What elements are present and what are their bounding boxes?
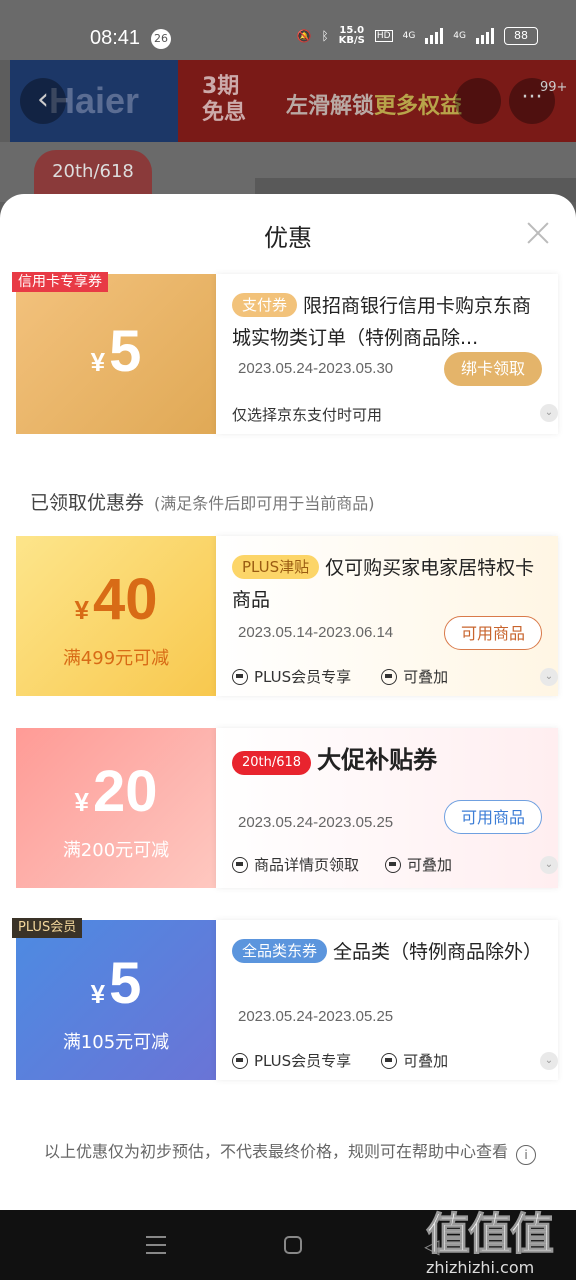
bluetooth-icon: ᛒ [321, 29, 329, 43]
coupon-condition: 满105元可减 [62, 1032, 170, 1053]
back-icon[interactable]: ‹ [20, 78, 66, 124]
menu-icon[interactable] [146, 1236, 166, 1254]
coupon-desc: 20th/618 大促补贴券 [232, 744, 548, 776]
mute-icon: 🔕 [296, 29, 312, 43]
coupon-amount: ¥5 [90, 951, 142, 1016]
watermark-logo: 值值值 [426, 1209, 555, 1261]
coupon-tag-618: 20th/618 [232, 751, 312, 775]
network-speed: 15.0 KB/S [338, 25, 365, 46]
expand-chevron-icon[interactable]: ⌄ [540, 1052, 558, 1070]
coupon-tag: PLUS津贴 [232, 555, 320, 579]
status-time: 08:41 [90, 27, 141, 49]
coupon-amount-panel: ¥20 满200元可减 [16, 728, 216, 888]
coupon-desc: PLUS津贴 仅可购买家电家居特权卡商品 [232, 555, 535, 611]
watermark-url: zhizhizhi.com [426, 1258, 535, 1277]
signal-4g-label-2: 4G [453, 31, 466, 41]
coupon-desc: 全品类东券 全品类（特例商品除外） [232, 936, 548, 968]
coupon-corner-label: 信用卡专享券 [12, 272, 108, 292]
expand-chevron-icon[interactable]: ⌄ [540, 404, 558, 422]
coupon-tag: 全品类东券 [232, 939, 328, 963]
coupon-desc: 支付券 限招商银行信用卡购京东商城实物类订单（特例商品除... [232, 293, 532, 349]
coupon-footer: 商品详情页领取 可叠加 [232, 854, 452, 875]
coupon-details: PLUS津贴 仅可购买家电家居特权卡商品 2023.05.14-2023.06.1… [216, 536, 558, 696]
available-products-button[interactable]: 可用商品 [444, 616, 542, 650]
coupon-details: 20th/618 大促补贴券 2023.05.24-2023.05.25 可用商品… [216, 728, 558, 888]
coupon-dates: 2023.05.24-2023.05.25 [238, 814, 394, 831]
coupon-amount-panel: ¥40 满499元可减 [16, 536, 216, 696]
stack-icon [381, 668, 398, 685]
coupon-card: ¥40 满499元可减 PLUS津贴 仅可购买家电家居特权卡商品 2023.05.… [16, 536, 558, 696]
coupon-details: 全品类东券 全品类（特例商品除外） 2023.05.24-2023.05.25 P… [216, 920, 558, 1080]
status-icons: 🔕 ᛒ 15.0 KB/S HD 4G 4G 88 [296, 25, 538, 46]
sheet-title: 优惠 [264, 224, 312, 252]
coupon-card: ¥5 信用卡专享券 支付券 限招商银行信用卡购京东商城实物类订单（特例商品除...… [12, 272, 558, 434]
expand-chevron-icon[interactable]: ⌄ [540, 856, 558, 874]
promo-text: 左滑解锁更多权益 [286, 94, 463, 119]
watermark: 值值值 zhizhizhi.com [426, 1198, 555, 1278]
coupon-amount: ¥20 [74, 759, 158, 824]
status-bar: 08:41 26 🔕 ᛒ 15.0 KB/S HD 4G 4G 88 [0, 0, 576, 60]
message-badge: 99+ [540, 80, 568, 95]
coupon-amount: ¥5 [90, 319, 142, 384]
stack-icon [385, 856, 402, 873]
battery-icon: 88 [504, 27, 538, 45]
product-image: 20th/618 [0, 142, 576, 202]
coupon-footer: PLUS会员专享 可叠加 [232, 1050, 448, 1071]
coupon-card: ¥20 满200元可减 20th/618 大促补贴券 2023.05.24-202… [16, 728, 558, 888]
coupon-amount-panel: ¥5 满105元可减 [16, 920, 216, 1080]
coupon-condition: 满499元可减 [62, 648, 170, 669]
home-icon[interactable] [284, 1236, 302, 1254]
claimed-section-title: 已领取优惠券 (满足条件后即可用于当前商品) [30, 492, 375, 514]
plus-member-badge: PLUS会员 [12, 918, 83, 938]
coupon-condition: 满200元可减 [62, 840, 170, 861]
expand-chevron-icon[interactable]: ⌄ [540, 668, 558, 686]
product-page-icon [232, 856, 248, 873]
coupon-details: 支付券 限招商银行信用卡购京东商城实物类订单（特例商品除... 2023.05.2… [216, 274, 558, 434]
crown-icon [232, 1052, 248, 1069]
logo-618: 20th/618 [34, 150, 152, 194]
disclaimer: 以上优惠仅为初步预估，不代表最终价格，规则可在帮助中心查看 i [40, 1140, 540, 1165]
bind-card-button[interactable]: 绑卡领取 [444, 352, 542, 386]
coupon-tag: 支付券 [232, 293, 298, 317]
stack-icon [381, 1052, 398, 1069]
coupon-note: 仅选择京东支付时可用 [232, 406, 383, 424]
coupon-footer: PLUS会员专享 可叠加 [232, 666, 448, 687]
available-products-button[interactable]: 可用商品 [444, 800, 542, 834]
signal-icon-1 [425, 28, 444, 44]
coupon-dates: 2023.05.24-2023.05.25 [238, 1008, 394, 1025]
coupon-amount-panel: ¥5 [16, 274, 216, 434]
promo-left-text: 3期 免息 [202, 74, 247, 125]
signal-4g-label-1: 4G [402, 31, 416, 41]
coupon-amount: ¥40 [74, 567, 158, 632]
coupon-sheet: 优惠 ¥5 信用卡专享券 支付券 限招商银行信用卡购京东商城实物类订单（特例商品除… [0, 194, 576, 1210]
hd-icon: HD [374, 30, 393, 42]
notification-count: 26 [151, 29, 171, 49]
close-icon[interactable] [527, 222, 549, 244]
coupon-card: ¥5 满105元可减 PLUS会员 全品类东券 全品类（特例商品除外） 2023.… [12, 918, 558, 1080]
signal-icon-2 [476, 28, 494, 44]
share-icon[interactable] [455, 78, 501, 124]
crown-icon [232, 668, 248, 685]
coupon-dates: 2023.05.24-2023.05.30 [238, 360, 394, 377]
coupon-dates: 2023.05.14-2023.06.14 [238, 624, 394, 641]
info-icon[interactable]: i [516, 1145, 536, 1165]
